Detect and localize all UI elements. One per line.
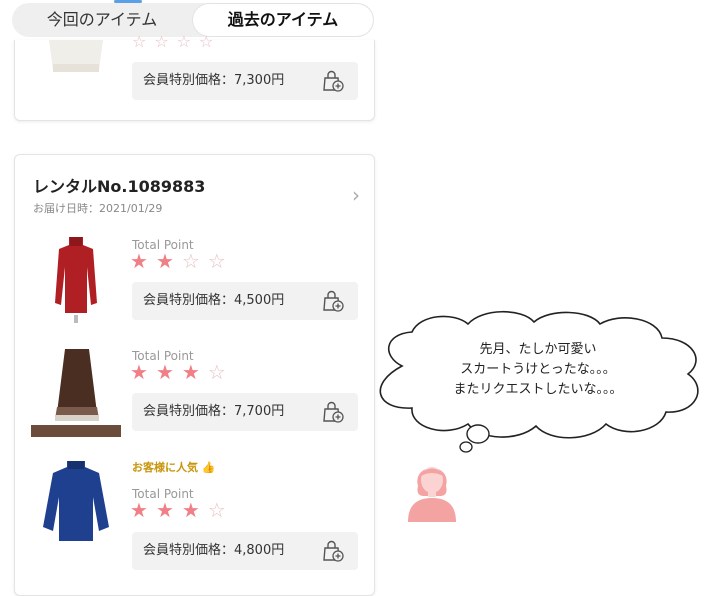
add-bag-icon[interactable] — [322, 290, 344, 312]
add-bag-icon[interactable] — [322, 540, 344, 562]
add-bag-icon[interactable] — [322, 401, 344, 423]
chevron-right-icon[interactable]: › — [352, 183, 360, 207]
blue-sweater-image — [31, 457, 121, 547]
add-bag-icon[interactable] — [322, 70, 344, 92]
price-box: 会員特別価格：7,700円 — [132, 393, 358, 431]
rating-stars: ★★★☆ — [130, 498, 234, 522]
rating-stars: ★★☆☆ — [130, 249, 234, 273]
price-box: 会員特別価格：7,300円 — [132, 62, 358, 100]
rating-stars-previous: ☆☆☆☆ — [132, 32, 222, 51]
price-label: 会員特別価格：7,700円 — [143, 404, 285, 419]
price-box: 会員特別価格：4,800円 — [132, 532, 358, 570]
thought-line-2: スカートうけとったな。。。 — [460, 362, 616, 377]
price-label: 会員特別価格：4,800円 — [143, 543, 285, 558]
thought-text: 先月、たしか可愛い スカートうけとったな。。。 またリクエストしたいな。。。 — [378, 340, 698, 400]
woman-icon — [408, 467, 456, 522]
delivery-date: お届け日時：2021/01/29 — [33, 202, 163, 215]
previous-rental-card[interactable]: ☆☆☆☆ 会員特別価格：7,300円 — [14, 32, 375, 121]
item-thumbnail — [31, 40, 121, 78]
thought-line-3: またリクエストしたいな。。。 — [453, 382, 623, 397]
popular-badge: お客様に人気 👍 — [132, 461, 216, 474]
thought-line-1: 先月、たしか可愛い — [479, 342, 597, 357]
brown-skirt-image — [31, 347, 121, 437]
price-label: 会員特別価格：7,300円 — [143, 73, 285, 88]
rental-card[interactable]: レンタルNo.1089883 お届け日時：2021/01/29 › Total … — [14, 154, 375, 596]
price-label: 会員特別価格：4,500円 — [143, 293, 285, 308]
red-sweater-image — [31, 233, 121, 325]
price-box: 会員特別価格：4,500円 — [132, 282, 358, 320]
rating-stars: ★★★☆ — [130, 360, 234, 384]
rental-number: レンタルNo.1089883 — [33, 177, 206, 196]
